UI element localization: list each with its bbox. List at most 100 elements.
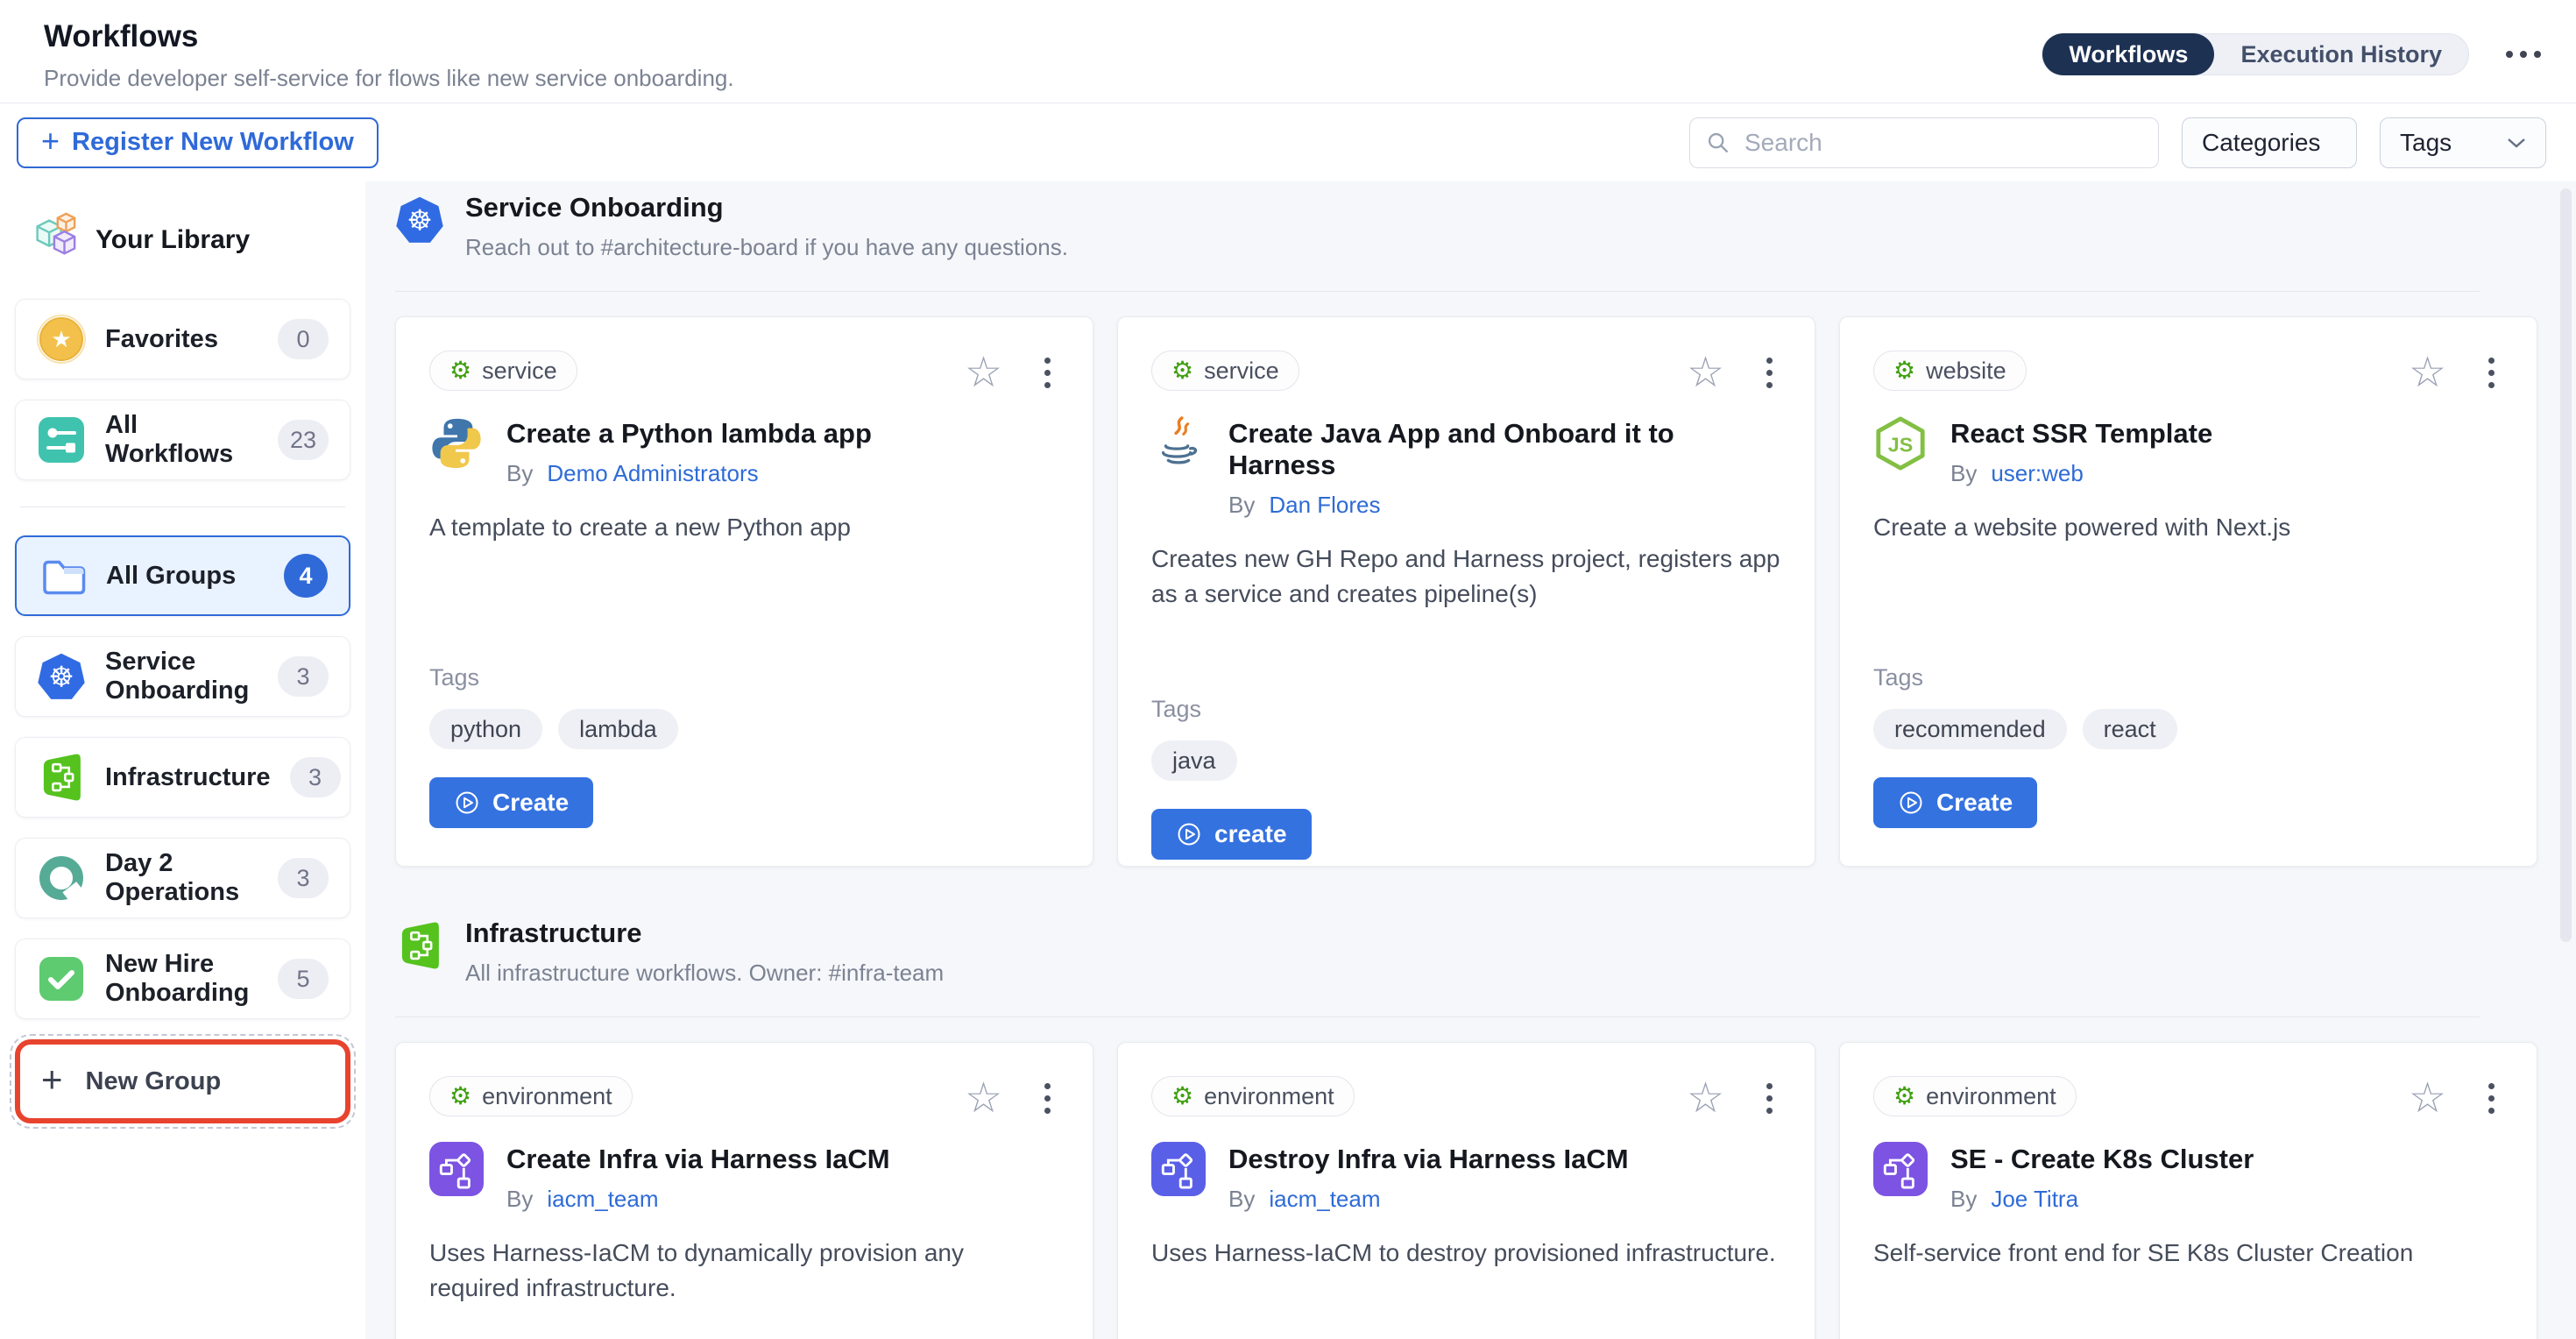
sidebar-item-label: Day 2 Operations xyxy=(105,849,258,907)
author-link[interactable]: Dan Flores xyxy=(1269,492,1380,519)
page-title: Workflows xyxy=(44,19,734,54)
iacm-icon xyxy=(1151,1142,1206,1196)
create-workflow-button[interactable]: Create xyxy=(429,777,593,828)
sidebar-item-all-groups[interactable]: All Groups 4 xyxy=(15,535,350,616)
svg-text:☸: ☸ xyxy=(407,203,432,237)
main-content: ☸ Service Onboarding Reach out to #archi… xyxy=(365,181,2576,1339)
count-badge: 3 xyxy=(278,858,329,898)
library-cubes-icon xyxy=(24,211,81,269)
create-workflow-button[interactable]: create xyxy=(1151,809,1312,860)
favorite-star-icon[interactable]: ☆ xyxy=(1687,1080,1724,1117)
tab-execution-history[interactable]: Execution History xyxy=(2214,33,2468,75)
register-label: Register New Workflow xyxy=(72,128,354,157)
group-title: Infrastructure xyxy=(465,917,944,949)
favorite-star-icon[interactable]: ☆ xyxy=(965,1080,1002,1117)
tags-label: Tags xyxy=(1151,696,1781,723)
workflow-title: React SSR Template xyxy=(1950,418,2212,450)
kebab-menu-icon[interactable] xyxy=(1763,354,1776,392)
author-link[interactable]: Demo Administrators xyxy=(547,460,758,487)
play-icon xyxy=(1898,790,1924,816)
register-new-workflow-button[interactable]: + Register New Workflow xyxy=(17,117,379,168)
favorite-star-icon[interactable]: ☆ xyxy=(2409,354,2446,392)
categories-dropdown[interactable]: Categories xyxy=(2182,117,2357,168)
nodejs-icon: JS xyxy=(1873,416,1928,471)
page-subtitle: Provide developer self-service for flows… xyxy=(44,65,734,92)
category-chip: ⚙ environment xyxy=(429,1076,633,1116)
author-link[interactable]: Joe Titra xyxy=(1991,1186,2078,1213)
kebab-menu-icon[interactable] xyxy=(1041,1080,1054,1117)
sidebar-item-infrastructure[interactable]: Infrastructure 3 xyxy=(15,737,350,818)
tab-workflows[interactable]: Workflows xyxy=(2042,33,2214,75)
group-title: Service Onboarding xyxy=(465,192,1068,223)
category-chip: ⚙ service xyxy=(1151,351,1299,391)
tags-label: Tags xyxy=(1873,664,2503,691)
page-header: Workflows Provide developer self-service… xyxy=(0,0,2576,103)
sidebar-item-label: Service Onboarding xyxy=(105,648,258,705)
tags-dropdown[interactable]: Tags xyxy=(2380,117,2546,168)
sidebar-item-new-hire-onboarding[interactable]: New Hire Onboarding 5 xyxy=(15,939,350,1019)
sidebar-item-day-2-operations[interactable]: Day 2 Operations 3 xyxy=(15,838,350,918)
kebab-menu-icon[interactable] xyxy=(1763,1080,1776,1117)
by-label: By xyxy=(1228,492,1255,519)
workflow-title: Create a Python lambda app xyxy=(506,418,872,450)
by-label: By xyxy=(1228,1186,1255,1213)
kebab-menu-icon[interactable] xyxy=(2485,1080,2498,1117)
workflow-card: ⚙ service ☆ Create Java App and Onboard … xyxy=(1117,316,1815,867)
gear-icon: ⚙ xyxy=(1171,358,1193,383)
workflow-title: Create Java App and Onboard it to Harnes… xyxy=(1228,418,1781,481)
favorite-star-icon[interactable]: ☆ xyxy=(965,354,1002,392)
workflow-title: Destroy Infra via Harness IaCM xyxy=(1228,1144,1629,1175)
tag-pill: python xyxy=(429,709,542,749)
python-icon xyxy=(429,416,484,471)
plus-icon: + xyxy=(41,1059,63,1101)
author-link[interactable]: iacm_team xyxy=(1269,1186,1380,1213)
by-label: By xyxy=(1950,460,1977,487)
create-button-label: Create xyxy=(492,789,569,817)
kubernetes-icon: ☸ xyxy=(395,195,444,244)
ring-icon xyxy=(37,854,86,903)
favorite-star-icon[interactable]: ☆ xyxy=(1687,354,1724,392)
category-chip: ⚙ website xyxy=(1873,351,2027,391)
author-link[interactable]: user:web xyxy=(1991,460,2084,487)
sidebar-item-favorites[interactable]: ★ Favorites 0 xyxy=(15,299,350,379)
infra-icon xyxy=(37,753,86,802)
plus-icon: + xyxy=(41,123,60,159)
svg-text:☸: ☸ xyxy=(48,660,74,693)
sidebar-item-service-onboarding[interactable]: ☸ Service Onboarding 3 xyxy=(15,636,350,717)
new-group-button[interactable]: + New Group xyxy=(15,1039,350,1123)
favorite-star-icon[interactable]: ☆ xyxy=(2409,1080,2446,1117)
kubernetes-icon: ☸ xyxy=(37,652,86,701)
category-chip-label: website xyxy=(1926,358,2006,385)
java-icon xyxy=(1151,416,1206,471)
create-workflow-button[interactable]: Create xyxy=(1873,777,2037,828)
count-badge: 5 xyxy=(278,959,329,999)
library-title: Your Library xyxy=(96,225,250,255)
workflows-icon xyxy=(37,415,86,464)
scrollbar-thumb[interactable] xyxy=(2560,188,2572,942)
create-button-label: create xyxy=(1214,820,1287,848)
new-group-label: New Group xyxy=(86,1067,222,1096)
kebab-menu-icon[interactable] xyxy=(2485,354,2498,392)
workflow-card: ⚙ environment ☆ Destroy Infra via Harnes… xyxy=(1117,1042,1815,1339)
play-icon xyxy=(1176,821,1202,847)
count-badge: 3 xyxy=(278,656,329,697)
count-badge: 3 xyxy=(290,757,341,797)
category-chip-label: environment xyxy=(1204,1083,1334,1110)
kebab-menu-icon[interactable] xyxy=(1041,354,1054,392)
folder-icon xyxy=(38,551,87,600)
sidebar-item-all-workflows[interactable]: All Workflows 23 xyxy=(15,400,350,480)
workflow-description: A template to create a new Python app xyxy=(429,510,1059,664)
by-label: By xyxy=(1950,1186,1977,1213)
gear-icon: ⚙ xyxy=(449,358,471,383)
check-icon xyxy=(37,954,86,1003)
author-link[interactable]: iacm_team xyxy=(547,1186,658,1213)
tag-pill: react xyxy=(2083,709,2177,749)
view-toggle: Workflows Execution History xyxy=(2042,33,2469,75)
workflow-description: Creates new GH Repo and Harness project,… xyxy=(1151,542,1781,696)
group-section-service-onboarding: ☸ Service Onboarding Reach out to #archi… xyxy=(395,192,2541,867)
search-input[interactable] xyxy=(1743,128,2142,158)
more-menu-icon[interactable] xyxy=(2501,46,2546,63)
gear-icon: ⚙ xyxy=(1893,1084,1915,1109)
group-subtitle: Reach out to #architecture-board if you … xyxy=(465,234,1068,261)
count-badge: 23 xyxy=(278,420,329,460)
